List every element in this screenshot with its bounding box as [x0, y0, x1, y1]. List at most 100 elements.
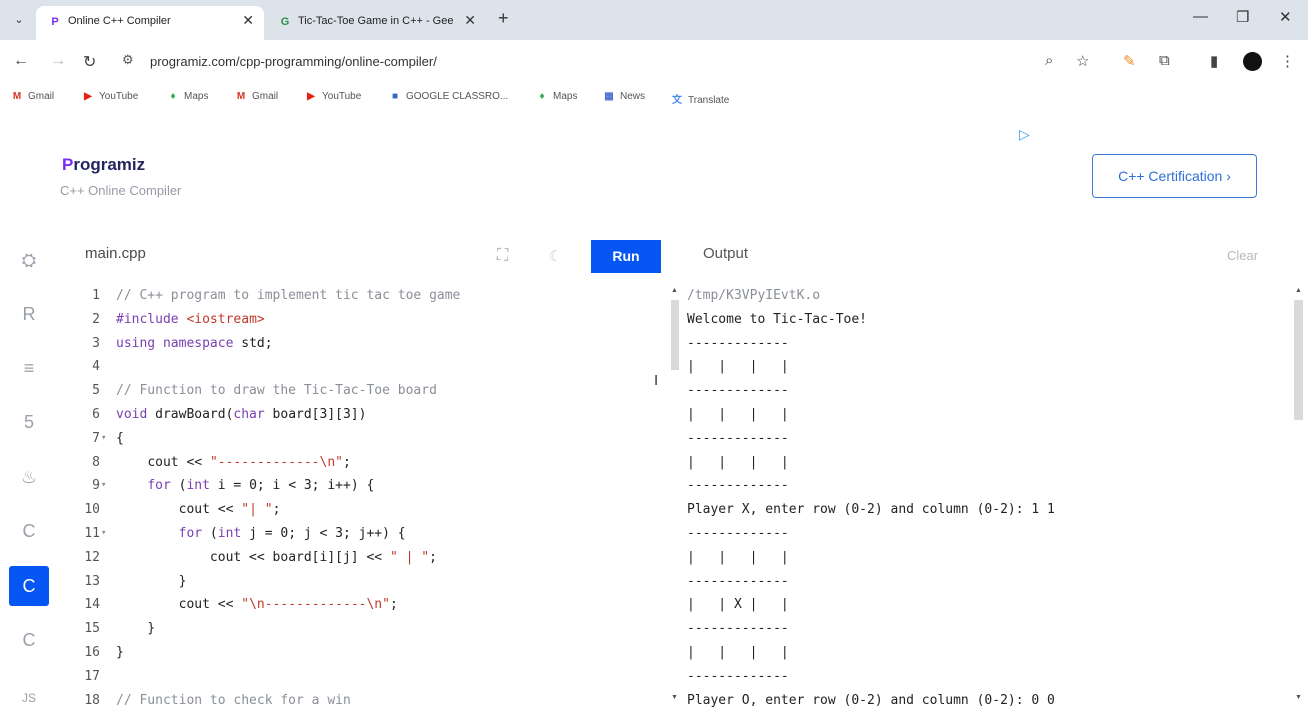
code-text[interactable]: // Function to draw the Tic-Tac-Toe boar…	[116, 379, 437, 403]
fold-arrow-icon[interactable]: ▾	[101, 427, 106, 451]
tab-online-compiler[interactable]: P Online C++ Compiler ✕	[36, 6, 264, 40]
code-text[interactable]: // C++ program to implement tic tac toe …	[116, 284, 460, 308]
code-text[interactable]: }	[116, 617, 155, 641]
output-line: -------------	[687, 335, 789, 351]
sidebar-r-icon[interactable]: R	[9, 294, 49, 334]
forward-icon[interactable]: →	[50, 52, 66, 70]
code-line[interactable]: 4	[70, 355, 665, 379]
code-text[interactable]: cout << "| ";	[116, 498, 281, 522]
site-info-icon[interactable]: ⚙	[122, 52, 134, 68]
code-line[interactable]: 10 cout << "| ";	[70, 498, 665, 522]
cpp-certification-button[interactable]: C++ Certification ›	[1092, 154, 1257, 198]
output-scrollbar[interactable]	[1294, 300, 1303, 420]
bookmark-maps[interactable]: ♦ Maps	[166, 91, 208, 102]
close-tab-icon[interactable]: ✕	[464, 12, 476, 29]
url-text[interactable]: programiz.com/cpp-programming/online-com…	[150, 54, 437, 69]
menu-kebab-icon[interactable]: ⋮	[1280, 52, 1295, 70]
code-line[interactable]: 1 // C++ program to implement tic tac toe…	[70, 284, 665, 308]
sidebar-js-icon[interactable]: JS	[9, 678, 49, 718]
close-window-icon[interactable]: ✕	[1279, 8, 1292, 26]
code-line[interactable]: 13 }	[70, 570, 665, 594]
back-icon[interactable]: ←	[13, 52, 29, 70]
sidebar-java-icon[interactable]: ♨	[9, 457, 49, 497]
bookmark-gmail[interactable]: M Gmail	[234, 91, 278, 102]
code-text[interactable]: void drawBoard(char board[3][3])	[116, 403, 366, 427]
ad-choices-icon[interactable]: ▷	[1019, 126, 1030, 143]
code-line[interactable]: 18 // Function to check for a win	[70, 689, 665, 713]
profile-avatar[interactable]	[1243, 52, 1262, 71]
bookmark-youtube[interactable]: ▶ YouTube	[81, 91, 138, 102]
fold-arrow-icon[interactable]: ▾	[101, 522, 106, 546]
sidebar-sql-icon[interactable]: ≡	[9, 348, 49, 388]
code-line[interactable]: 2 #include <iostream>	[70, 308, 665, 332]
fullscreen-icon[interactable]: ⛶	[497, 247, 508, 265]
dark-mode-icon[interactable]: ☾	[549, 247, 562, 265]
tab-search-chevron-icon[interactable]: ⌄	[8, 9, 30, 31]
sidebar-c-icon[interactable]: C	[9, 511, 49, 551]
clear-button[interactable]: Clear	[1227, 248, 1258, 263]
code-text[interactable]: }	[116, 641, 124, 665]
sidebar-csharp-icon[interactable]: C	[9, 620, 49, 660]
new-tab-icon[interactable]: +	[498, 8, 509, 29]
fold-arrow-icon[interactable]: ▾	[101, 474, 106, 498]
sidebar-python-icon[interactable]: ⛭	[9, 240, 49, 280]
sidebar-cpp-icon[interactable]: C	[9, 566, 49, 606]
extensions-puzzle-icon[interactable]: ⧉	[1159, 52, 1170, 69]
code-line[interactable]: 12 cout << board[i][j] << " | ";	[70, 546, 665, 570]
output-line: -------------	[687, 573, 789, 589]
bookmark-maps[interactable]: ♦ Maps	[535, 91, 577, 102]
editor-scroll-down-icon[interactable]: ▼	[671, 694, 678, 701]
close-tab-icon[interactable]: ✕	[242, 12, 254, 29]
code-text[interactable]: using namespace std;	[116, 332, 273, 356]
bookmark-google-classro[interactable]: ■ GOOGLE CLASSRO...	[388, 91, 508, 102]
code-text[interactable]: #include <iostream>	[116, 308, 265, 332]
bookmark-star-icon[interactable]: ☆	[1076, 52, 1089, 70]
code-text[interactable]: for (int i = 0; i < 3; i++) {	[116, 474, 374, 498]
code-text[interactable]: for (int j = 0; j < 3; j++) {	[116, 522, 406, 546]
reload-icon[interactable]: ↻	[83, 52, 96, 72]
address-bar[interactable]: ⚙ programiz.com/cpp-programming/online-c…	[112, 46, 1112, 78]
code-line[interactable]: 9 ▾ for (int i = 0; i < 3; i++) {	[70, 474, 665, 498]
code-line[interactable]: 5 // Function to draw the Tic-Tac-Toe boa…	[70, 379, 665, 403]
run-button[interactable]: Run	[591, 240, 661, 273]
output-scroll-down-icon[interactable]: ▼	[1295, 694, 1302, 701]
code-line[interactable]: 15 }	[70, 617, 665, 641]
code-editor[interactable]: 1 // C++ program to implement tic tac toe…	[70, 284, 665, 720]
code-line[interactable]: 14 cout << "\n-------------\n";	[70, 593, 665, 617]
code-text[interactable]: cout << board[i][j] << " | ";	[116, 546, 437, 570]
code-line[interactable]: 3 using namespace std;	[70, 332, 665, 356]
code-line[interactable]: 6 void drawBoard(char board[3][3])	[70, 403, 665, 427]
zoom-icon[interactable]: ⌕	[1045, 52, 1053, 69]
extension-icon[interactable]: ✎	[1123, 52, 1136, 70]
code-line[interactable]: 7 ▾ {	[70, 427, 665, 451]
bookmark-news[interactable]: ▦ News	[602, 91, 645, 102]
code-line[interactable]: 8 cout << "-------------\n";	[70, 451, 665, 475]
bookmark-label: Maps	[184, 91, 209, 102]
tab-tic-tac-toe[interactable]: G Tic-Tac-Toe Game in C++ - Gee ✕	[266, 6, 486, 40]
programiz-logo[interactable]: Programiz	[62, 155, 145, 175]
file-name-tab[interactable]: main.cpp	[85, 245, 146, 262]
minimize-icon[interactable]: —	[1193, 8, 1208, 25]
bookmark-translate[interactable]: 文 Translate	[670, 91, 729, 106]
editor-scrollbar[interactable]	[671, 300, 679, 370]
code-line[interactable]: 16}	[70, 641, 665, 665]
bookmark-youtube[interactable]: ▶ YouTube	[304, 91, 361, 102]
sidebar-html-icon[interactable]: 5	[9, 402, 49, 442]
output-line: -------------	[687, 383, 789, 399]
classroom-icon: ■	[391, 91, 399, 102]
restore-icon[interactable]: ❐	[1236, 8, 1249, 26]
output-line: Welcome to Tic-Tac-Toe!	[687, 311, 868, 327]
bookmark-gmail[interactable]: M Gmail	[10, 91, 54, 102]
output-console[interactable]: /tmp/K3VPyIEvtK.o Welcome to Tic-Tac-Toe!…	[687, 284, 1287, 720]
output-scroll-up-icon[interactable]: ▲	[1295, 287, 1302, 294]
code-text[interactable]: {	[116, 427, 124, 451]
editor-scroll-up-icon[interactable]: ▲	[671, 287, 678, 294]
code-text[interactable]: // Function to check for a win	[116, 689, 351, 713]
code-text[interactable]: }	[116, 570, 187, 594]
code-line[interactable]: 11 ▾ for (int j = 0; j < 3; j++) {	[70, 522, 665, 546]
code-text[interactable]: cout << "-------------\n";	[116, 451, 351, 475]
code-text[interactable]: cout << "\n-------------\n";	[116, 593, 398, 617]
code-line[interactable]: 17	[70, 665, 665, 689]
bookmark-label: Gmail	[252, 91, 279, 102]
side-panel-icon[interactable]: ▮	[1210, 52, 1218, 70]
